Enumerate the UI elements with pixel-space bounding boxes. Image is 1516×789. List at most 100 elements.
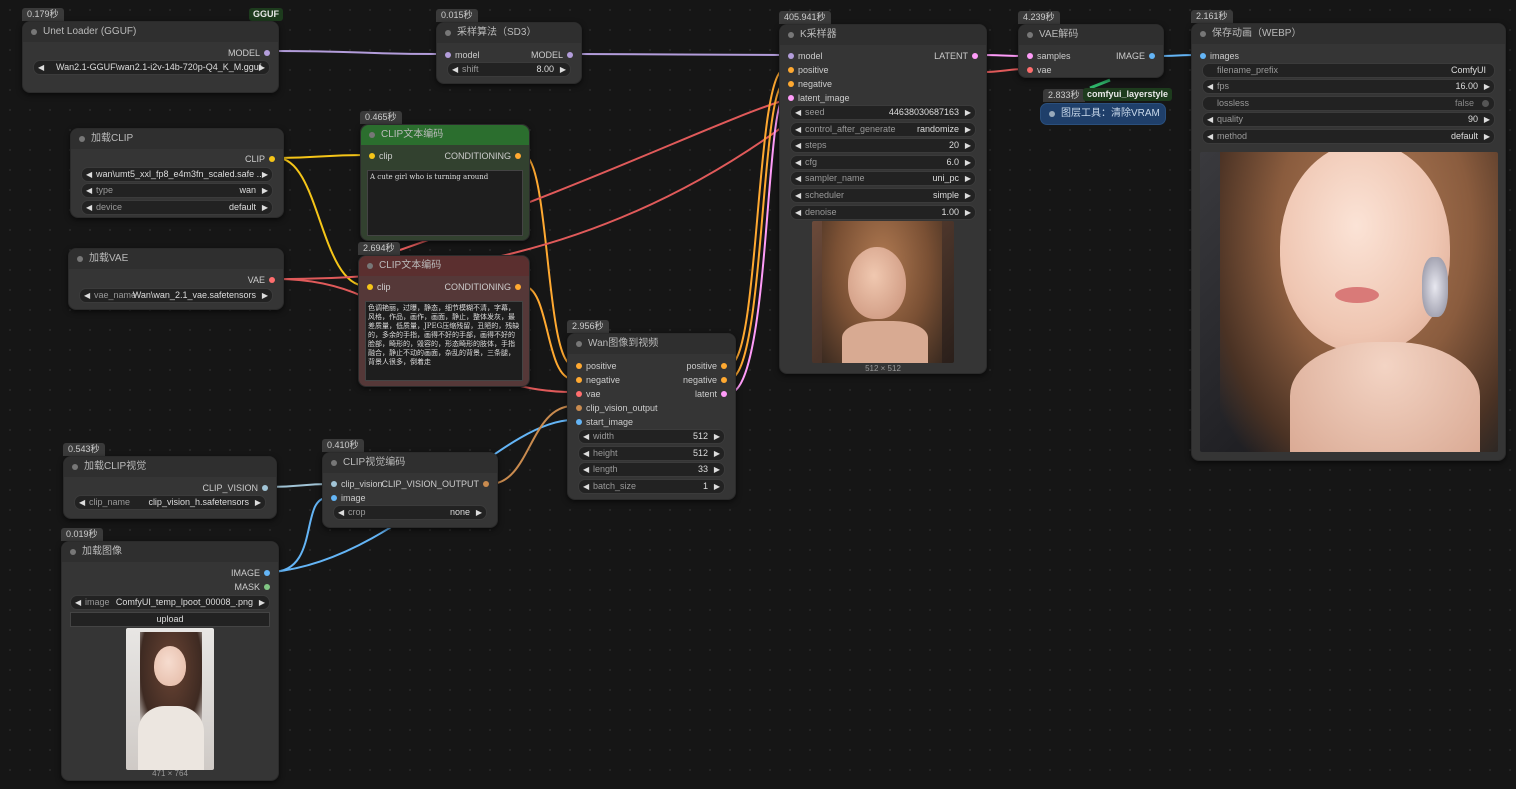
model-port-icon	[567, 52, 573, 58]
collapse-dot-icon	[788, 32, 794, 38]
filename-prefix-widget[interactable]: filename_prefix ComfyUI	[1202, 63, 1495, 78]
output-image[interactable]: IMAGE	[231, 566, 270, 580]
input-images[interactable]: images	[1200, 49, 1239, 63]
input-clip-vision-output[interactable]: clip_vision_output	[576, 401, 658, 415]
collapse-dot-icon	[369, 132, 375, 138]
crop-widget[interactable]: ◀ crop none ▶	[333, 505, 487, 520]
input-vae[interactable]: vae	[576, 387, 601, 401]
method-widget[interactable]: ◀ method default ▶	[1202, 129, 1495, 144]
collapse-dot-icon	[331, 460, 337, 466]
denoise-widget[interactable]: ◀ denoise 1.00 ▶	[790, 205, 976, 220]
input-start-image[interactable]: start_image	[576, 415, 633, 429]
node-title[interactable]: CLIP视觉编码	[323, 453, 497, 473]
node-title[interactable]: K采样器	[780, 25, 986, 45]
node-clip-vision-encode[interactable]: CLIP视觉编码 clip_vision CLIP_VISION_OUTPUT …	[322, 452, 498, 528]
output-clip-vision[interactable]: CLIP_VISION	[202, 481, 268, 495]
lossless-toggle[interactable]: lossless false	[1202, 96, 1495, 111]
output-negative[interactable]: negative	[683, 373, 727, 387]
unet-name-widget[interactable]: ◀ Wan2.1-GGUF\wan2.1-i2v-14b-720p-Q4_K_M.…	[33, 60, 270, 75]
cfg-widget[interactable]: ◀ cfg 6.0 ▶	[790, 155, 976, 170]
node-ksampler[interactable]: K采样器 model LATENT positive negative late…	[779, 24, 987, 374]
node-save-webp[interactable]: 保存动画（WEBP） images filename_prefix ComfyUI…	[1191, 23, 1506, 461]
input-model[interactable]: model	[788, 49, 823, 63]
image-size-caption: 471 × 764	[152, 769, 188, 778]
upload-button[interactable]: upload	[70, 612, 270, 627]
node-clip-text-negative[interactable]: CLIP文本编码 clip CONDITIONING 色调艳丽，过曝，静态，细节…	[358, 255, 530, 387]
fps-widget[interactable]: ◀ fps 16.00 ▶	[1202, 79, 1495, 94]
node-title[interactable]: 加载CLIP视觉	[64, 457, 276, 477]
node-sampling-sd3[interactable]: 采样算法（SD3） model MODEL ◀ shift 8.00 ▶	[436, 22, 582, 84]
input-latent-image[interactable]: latent_image	[788, 91, 850, 105]
node-title[interactable]: 保存动画（WEBP）	[1192, 24, 1505, 44]
output-vae[interactable]: VAE	[248, 273, 275, 287]
node-title[interactable]: 加载图像	[62, 542, 278, 562]
output-clip[interactable]: CLIP	[245, 152, 275, 166]
input-clip[interactable]: clip	[369, 149, 393, 163]
seed-widget[interactable]: ◀ seed 446380306871​63 ▶	[790, 105, 976, 120]
node-unet-loader[interactable]: Unet Loader (GGUF) MODEL ◀ Wan2.1-GGUF\wa…	[22, 21, 279, 93]
node-wan-image-to-video[interactable]: Wan图像到视频 positive positive negative nega…	[567, 333, 736, 500]
node-load-clip[interactable]: 加载CLIP CLIP ◀ wan\umt5_xxl_fp8_e4m3fn_sca…	[70, 128, 284, 218]
node-purge-vram[interactable]: 图层工具：清除VRAM	[1040, 103, 1166, 125]
node-title[interactable]: CLIP文本编码	[359, 256, 529, 276]
node-load-clip-vision[interactable]: 加载CLIP视觉 CLIP_VISION ◀ clip_name clip_visi…	[63, 456, 277, 519]
collapse-dot-icon[interactable]	[445, 30, 451, 36]
output-preview-image	[1200, 152, 1498, 452]
input-negative[interactable]: negative	[788, 77, 832, 91]
node-vae-decode[interactable]: VAE解码 samples IMAGE vae	[1018, 24, 1164, 78]
node-clip-text-positive[interactable]: CLIP文本编码 clip CONDITIONING A cute girl w…	[360, 124, 530, 241]
output-conditioning[interactable]: CONDITIONING	[445, 280, 521, 294]
control-after-generate-widget[interactable]: ◀ control_after_generate randomize ▶	[790, 122, 976, 137]
sampler-name-widget[interactable]: ◀ sampler_name uni_pc ▶	[790, 171, 976, 186]
input-negative[interactable]: negative	[576, 373, 620, 387]
input-clip-vision[interactable]: clip_vision	[331, 477, 383, 491]
node-title[interactable]: Wan图像到视频	[568, 334, 735, 354]
output-model[interactable]: MODEL	[228, 46, 270, 60]
device-widget[interactable]: ◀ device default ▶	[81, 200, 273, 215]
length-widget[interactable]: ◀ length 33 ▶	[578, 462, 725, 477]
input-vae[interactable]: vae	[1027, 63, 1052, 77]
output-latent[interactable]: LATENT	[934, 49, 978, 63]
vae-name-widget[interactable]: ◀ vae_name Wan\wan_2.1_vae.safetensors ▶	[79, 288, 273, 303]
output-mask[interactable]: MASK	[234, 580, 270, 594]
output-image[interactable]: IMAGE	[1116, 49, 1155, 63]
quality-widget[interactable]: ◀ quality 90 ▶	[1202, 112, 1495, 127]
scheduler-widget[interactable]: ◀ scheduler simple ▶	[790, 188, 976, 203]
clip-name-widget[interactable]: ◀ wan\umt5_xxl_fp8_e4m3fn_scaled.safe ...…	[81, 167, 273, 182]
clippos-timing: 0.465秒	[360, 111, 402, 124]
batch-size-widget[interactable]: ◀ batch_size 1 ▶	[578, 479, 725, 494]
input-positive[interactable]: positive	[788, 63, 829, 77]
sampling-timing: 0.015秒	[436, 9, 478, 22]
steps-widget[interactable]: ◀ steps 20 ▶	[790, 138, 976, 153]
output-latent[interactable]: latent	[695, 387, 727, 401]
height-widget[interactable]: ◀ height 512 ▶	[578, 446, 725, 461]
input-samples[interactable]: samples	[1027, 49, 1071, 63]
input-image[interactable]: image	[331, 491, 366, 505]
node-title[interactable]: 采样算法（SD3）	[437, 23, 581, 43]
vaedecode-timing: 4.239秒	[1018, 11, 1060, 24]
shift-widget[interactable]: ◀ shift 8.00 ▶	[447, 62, 571, 77]
clip-vision-name-widget[interactable]: ◀ clip_name clip_vision_h.safetensors ▶	[74, 495, 266, 510]
node-load-image[interactable]: 加载图像 IMAGE MASK ◀ image ComfyUI_temp_lpoot…	[61, 541, 279, 781]
collapse-dot-icon[interactable]	[31, 29, 37, 35]
wan-timing: 2.956秒	[567, 320, 609, 333]
node-load-vae[interactable]: 加载VAE VAE ◀ vae_name Wan\wan_2.1_vae.safet…	[68, 248, 284, 310]
width-widget[interactable]: ◀ width 512 ▶	[578, 429, 725, 444]
node-title[interactable]: CLIP文本编码	[361, 125, 529, 145]
input-model[interactable]: model	[445, 48, 480, 62]
node-title[interactable]: 加载VAE	[69, 249, 283, 269]
wire-clipvision	[267, 483, 331, 488]
input-clip[interactable]: clip	[367, 280, 391, 294]
node-title[interactable]: 加载CLIP	[71, 129, 283, 149]
input-positive[interactable]: positive	[576, 359, 617, 373]
node-title[interactable]: Unet Loader (GGUF)	[23, 22, 278, 42]
clip-type-widget[interactable]: ◀ type wan ▶	[81, 183, 273, 198]
positive-prompt-textarea[interactable]: A cute girl who is turning around	[367, 170, 523, 236]
node-title[interactable]: VAE解码	[1019, 25, 1163, 45]
output-positive[interactable]: positive	[686, 359, 727, 373]
output-model[interactable]: MODEL	[531, 48, 573, 62]
image-select-widget[interactable]: ◀ image ComfyUI_temp_lpoot_00008_.png ▶	[70, 595, 270, 610]
negative-prompt-textarea[interactable]: 色调艳丽，过曝，静态，细节模糊不清，字幕，风格，作品，画作，画面，静止，整体发灰…	[365, 301, 523, 381]
output-clip-vision-output[interactable]: CLIP_VISION_OUTPUT	[381, 477, 489, 491]
output-conditioning[interactable]: CONDITIONING	[445, 149, 521, 163]
